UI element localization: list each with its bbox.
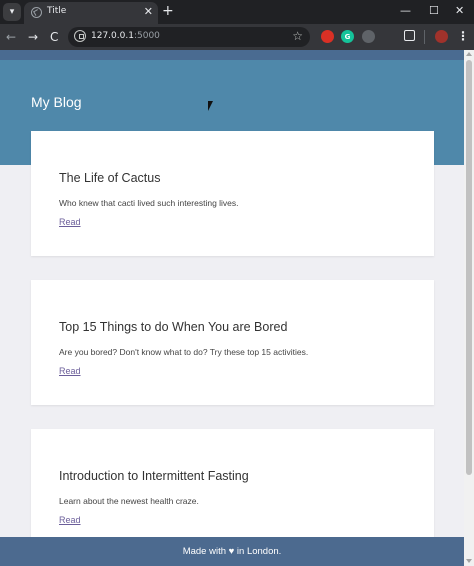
red-extension-icon[interactable]: [321, 30, 334, 43]
page-scrollbar[interactable]: [464, 50, 474, 566]
scroll-up-arrow-icon[interactable]: [466, 52, 472, 56]
address-bar[interactable]: 127.0.0.1:5000 ☆: [68, 27, 310, 47]
post-subtitle: Learn about the newest health craze.: [59, 496, 199, 506]
site-title: My Blog: [31, 94, 82, 110]
mouse-pointer-icon: [208, 101, 217, 111]
loading-favicon-icon: [31, 7, 42, 18]
toolbar-divider: [424, 30, 425, 44]
page-viewport: My Blog The Life of Cactus Who knew that…: [0, 50, 464, 566]
post-card: Introduction to Intermittent Fasting Lea…: [31, 429, 434, 554]
tab-strip: ▾ Title ✕ + — ☐ ✕: [0, 0, 474, 24]
bookmark-star-icon[interactable]: ☆: [292, 29, 303, 44]
url-text[interactable]: 127.0.0.1:5000: [91, 31, 160, 41]
post-subtitle: Who knew that cacti lived such interesti…: [59, 198, 239, 208]
profile-avatar[interactable]: [435, 30, 448, 43]
back-arrow-icon[interactable]: ←: [6, 29, 16, 45]
browser-tab[interactable]: Title ✕: [24, 2, 158, 24]
read-link[interactable]: Read: [59, 366, 81, 376]
forward-arrow-icon[interactable]: →: [28, 29, 38, 45]
read-link[interactable]: Read: [59, 217, 81, 227]
gray-extension-icon[interactable]: [362, 30, 375, 43]
post-card: Top 15 Things to do When You are Bored A…: [31, 280, 434, 405]
post-subtitle: Are you bored? Don't know what to do? Tr…: [59, 347, 309, 357]
new-tab-icon[interactable]: +: [162, 3, 174, 19]
tab-title: Title: [47, 6, 67, 16]
chevron-down-icon: ▾: [9, 7, 15, 17]
post-title: The Life of Cactus: [59, 171, 161, 185]
browser-toolbar: ← → C 127.0.0.1:5000 ☆ G ⋮: [0, 24, 474, 50]
site-info-icon[interactable]: [74, 30, 86, 42]
footer-text: Made with ♥ in London.: [182, 546, 282, 557]
top-stripe: [0, 50, 464, 60]
post-card: The Life of Cactus Who knew that cacti l…: [31, 131, 434, 256]
window-close-icon[interactable]: ✕: [455, 4, 464, 18]
reload-icon[interactable]: C: [50, 29, 58, 45]
post-title: Top 15 Things to do When You are Bored: [59, 320, 288, 334]
tab-close-icon[interactable]: ✕: [144, 5, 153, 19]
scroll-thumb[interactable]: [466, 60, 472, 475]
tab-search-button[interactable]: ▾: [3, 3, 21, 21]
browser-menu-icon[interactable]: ⋮: [457, 28, 469, 44]
scroll-down-arrow-icon[interactable]: [466, 559, 472, 563]
read-link[interactable]: Read: [59, 515, 81, 525]
minimize-icon[interactable]: —: [400, 4, 411, 18]
page-footer: Made with ♥ in London.: [0, 537, 464, 566]
maximize-icon[interactable]: ☐: [429, 4, 439, 18]
grammarly-extension-icon[interactable]: G: [341, 30, 354, 43]
post-title: Introduction to Intermittent Fasting: [59, 469, 249, 483]
extensions-puzzle-icon[interactable]: [404, 30, 415, 41]
